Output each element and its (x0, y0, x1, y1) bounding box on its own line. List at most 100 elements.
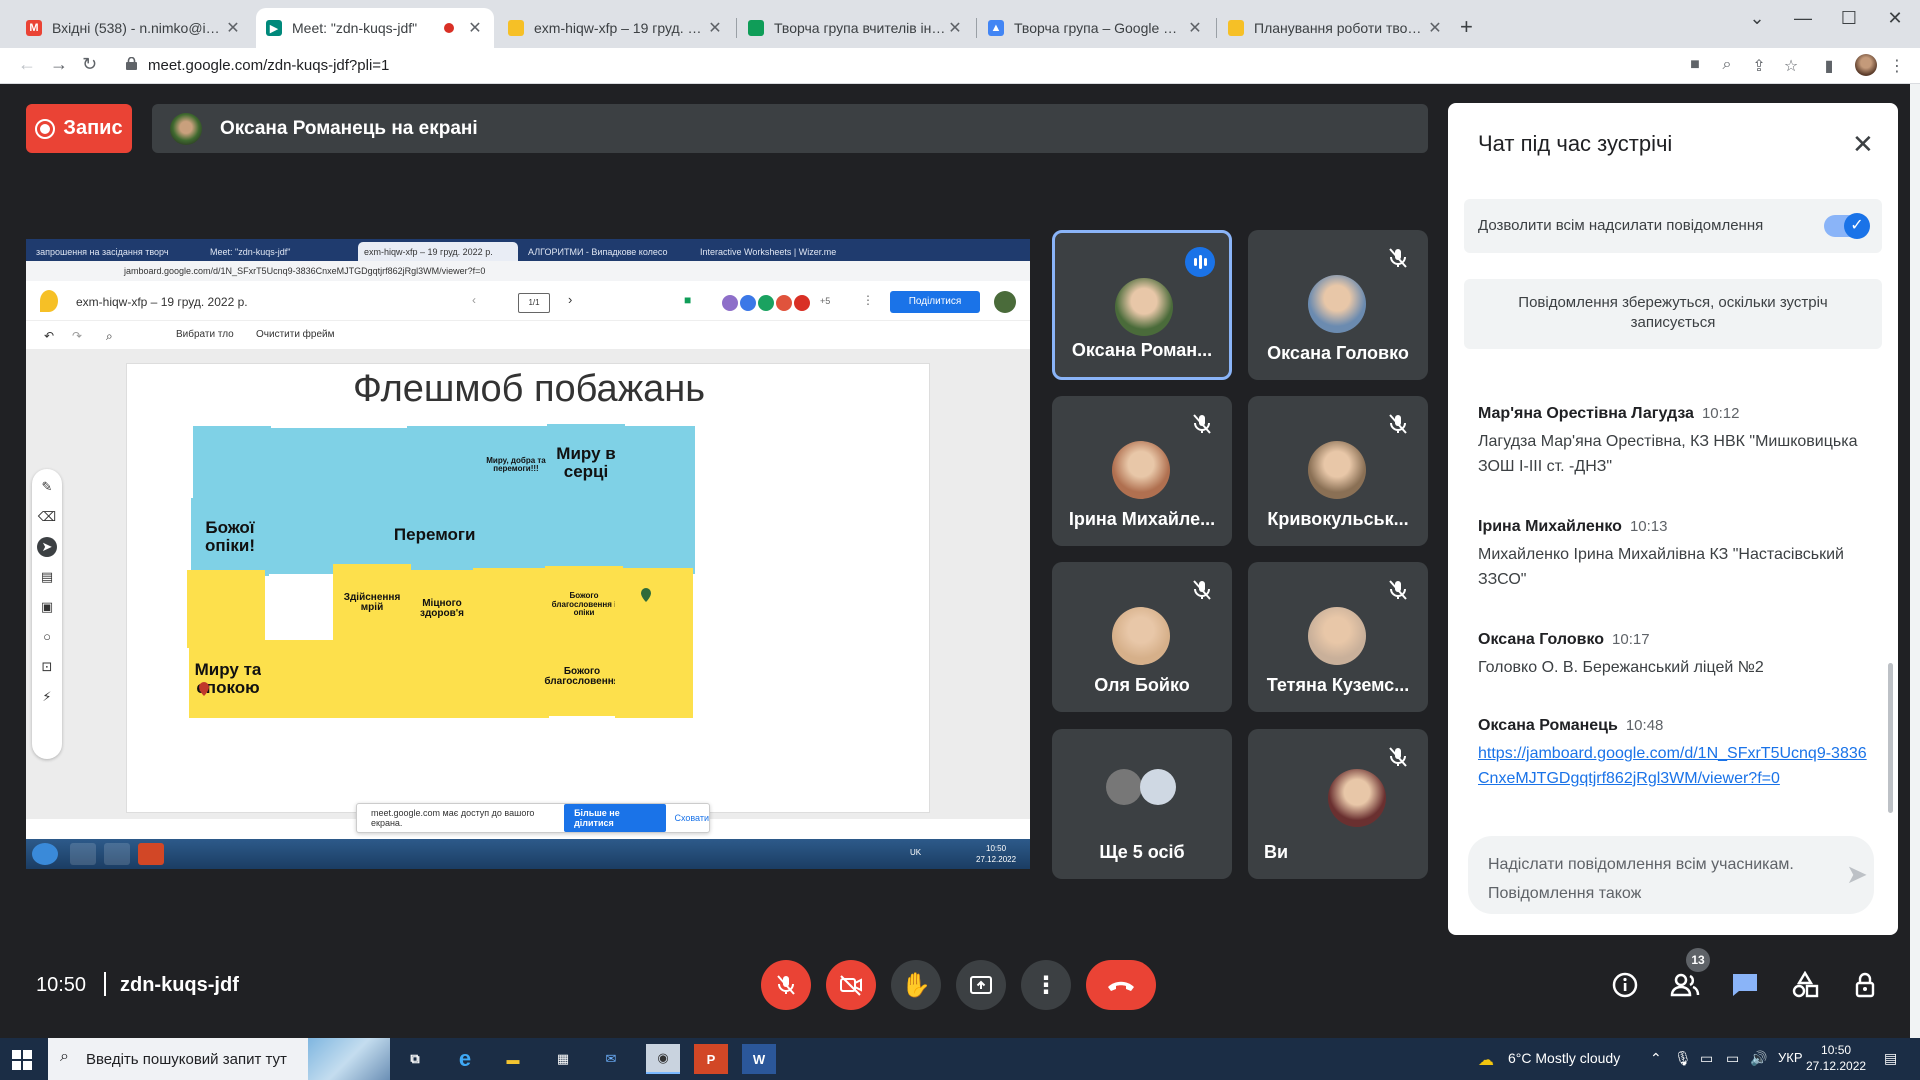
participant-tile[interactable]: Ви (1248, 729, 1428, 879)
shared-tab-strip: запрошення на засідання творч Meet: "zdn… (26, 239, 1030, 261)
send-icon[interactable]: ➤ (1846, 860, 1868, 889)
camera-tray-icon[interactable]: ▭ (1700, 1050, 1713, 1067)
participant-tile[interactable]: Ще 5 осіб (1052, 729, 1232, 879)
language-indicator[interactable]: УКР (1778, 1050, 1803, 1065)
close-icon[interactable]: ✕ (1186, 18, 1204, 38)
mail-icon[interactable]: ✉ (594, 1044, 628, 1074)
task-view-icon[interactable]: ⧉ (398, 1044, 432, 1074)
participant-tile[interactable]: Ірина Михайле... (1052, 396, 1232, 546)
tab-gmail[interactable]: M Вхідні (538) - n.nimko@ippo.edu ✕ (16, 8, 252, 48)
allow-messages-toggle[interactable] (1824, 213, 1870, 239)
network-icon[interactable]: ▭ (1726, 1050, 1739, 1067)
tab-label: Вхідні (538) - n.nimko@ippo.edu (52, 20, 224, 36)
participant-tile[interactable]: Оля Бойко (1052, 562, 1232, 712)
participant-tile[interactable]: Оксана Головко (1248, 230, 1428, 380)
meeting-info-button[interactable] (1608, 968, 1642, 1002)
host-controls-button[interactable] (1848, 968, 1882, 1002)
store-icon[interactable]: ▦ (546, 1044, 580, 1074)
pen-icon: ✎ (41, 479, 53, 494)
tab-label: Планування роботи творчої гру (1254, 20, 1426, 36)
notifications-icon[interactable]: ▤ (1884, 1050, 1897, 1067)
eraser-icon: ⌫ (37, 509, 57, 524)
tab-planning[interactable]: Планування роботи творчої гру ✕ (1218, 8, 1454, 48)
new-tab-button[interactable]: + (1460, 14, 1473, 40)
activities-button[interactable] (1788, 968, 1822, 1002)
zoom-icon[interactable]: ⌕ (1718, 56, 1736, 74)
lock-icon[interactable] (126, 57, 137, 70)
chat-title: Чат під час зустрічі (1478, 131, 1673, 156)
tab-sheets[interactable]: Творча група вчителів інформат ✕ (738, 8, 974, 48)
weather-icon[interactable]: ☁ (1478, 1050, 1494, 1070)
tab-jamboard[interactable]: exm-hiqw-xfp – 19 груд. 2022 р. ✕ (498, 8, 734, 48)
shared-tab: АЛГОРИТМИ - Випадкове колесо (528, 246, 668, 257)
raise-hand-button[interactable]: ✋ (891, 960, 941, 1010)
recording-indicator-icon (444, 23, 454, 33)
side-panel-icon[interactable]: ▮ (1820, 56, 1838, 75)
bookmark-star-icon[interactable]: ☆ (1782, 56, 1800, 75)
tab-meet[interactable]: ▶ Meet: "zdn-kuqs-jdf" ✕ (256, 8, 494, 48)
camera-toggle-button[interactable] (826, 960, 876, 1010)
chrome-taskbar-icon[interactable]: ◉ (646, 1044, 680, 1074)
sticky-note (331, 640, 409, 718)
people-button[interactable] (1668, 968, 1702, 1002)
mic-tray-icon[interactable]: 🎙 (1674, 1050, 1692, 1067)
message-author: Мар'яна Орестівна Лагудза (1478, 405, 1694, 422)
windows-search-box[interactable]: ⌕ Введіть пошуковий запит тут (48, 1038, 390, 1080)
collaborator-avatar (792, 293, 812, 313)
close-icon[interactable]: ✕ (1426, 18, 1444, 38)
tab-label: exm-hiqw-xfp – 19 груд. 2022 р. (534, 20, 706, 36)
mic-toggle-button[interactable] (761, 960, 811, 1010)
tray-chevron-icon[interactable]: ⌃ (1650, 1050, 1662, 1067)
forward-icon[interactable]: → (50, 54, 68, 75)
participant-tile[interactable]: Кривокульськ... (1248, 396, 1428, 546)
more-options-button[interactable]: ⋮ (1021, 960, 1071, 1010)
windows-search-placeholder: Введіть пошуковий запит тут (86, 1050, 287, 1068)
share-icon[interactable]: ⇪ (1750, 56, 1768, 75)
close-icon[interactable]: ✕ (224, 18, 242, 38)
windows-date: 27.12.2022 (1806, 1059, 1867, 1073)
camera-icon[interactable]: ■ (1686, 56, 1704, 74)
recording-badge[interactable]: Запис (26, 104, 132, 153)
windows-start-icon[interactable] (12, 1050, 32, 1070)
image-icon: ▣ (40, 599, 54, 614)
close-icon[interactable]: ✕ (946, 18, 964, 38)
chat-button[interactable] (1728, 968, 1762, 1002)
message-time: 10:13 (1629, 518, 1668, 535)
collaborator-avatar (738, 293, 758, 313)
participant-tile[interactable]: Тетяна Куземс... (1248, 562, 1428, 712)
reload-icon[interactable]: ↻ (82, 54, 97, 75)
minimize-button[interactable]: — (1788, 8, 1818, 29)
participant-tile[interactable]: Оксана Роман... (1052, 230, 1232, 380)
windows-clock[interactable]: 10:50 27.12.2022 (1806, 1042, 1866, 1074)
edge-icon[interactable]: e (448, 1044, 482, 1074)
tab-search-icon[interactable]: ⌄ (1742, 8, 1772, 29)
present-button[interactable] (956, 960, 1006, 1010)
set-background-button: Вибрати тло (176, 329, 234, 340)
profile-avatar[interactable] (1855, 54, 1877, 76)
word-taskbar-icon[interactable]: W (742, 1044, 776, 1074)
weather-text[interactable]: 6°C Mostly cloudy (1508, 1050, 1620, 1066)
participant-avatar (1140, 769, 1176, 805)
shared-clock: 10:50 27.12.2022 (976, 843, 1016, 865)
close-icon[interactable]: ✕ (706, 18, 724, 38)
presenting-banner: Оксана Романець на екрані (152, 104, 1428, 153)
file-explorer-icon[interactable]: ▬ (496, 1044, 530, 1074)
menu-icon[interactable]: ⋮ (1888, 56, 1906, 75)
page-scrollbar[interactable] (1910, 84, 1920, 1038)
chat-scrollbar[interactable] (1888, 663, 1893, 813)
chat-input[interactable]: Надіслати повідомлення всім учасникам. П… (1468, 836, 1874, 914)
address-bar[interactable]: meet.google.com/zdn-kuqs-jdf?pli=1 (148, 57, 389, 74)
close-icon[interactable]: ✕ (466, 18, 484, 38)
powerpoint-taskbar-icon[interactable]: P (694, 1044, 728, 1074)
message-link[interactable]: https://jamboard.google.com/d/1N_SFxrT5U… (1478, 745, 1867, 787)
maximize-button[interactable]: ☐ (1834, 8, 1864, 29)
close-icon[interactable]: ✕ (1852, 129, 1874, 160)
tab-drive[interactable]: ▲ Творча група – Google Диск ✕ (978, 8, 1214, 48)
leave-call-button[interactable] (1086, 960, 1156, 1010)
close-window-button[interactable]: ✕ (1880, 8, 1910, 29)
participant-name: Оксана Роман... (1071, 340, 1213, 360)
volume-icon[interactable]: 🔊 (1750, 1050, 1767, 1067)
more-icon: ⋮ (862, 293, 874, 307)
jamboard-title: exm-hiqw-xfp – 19 груд. 2022 р. (76, 295, 248, 309)
back-icon[interactable]: ← (18, 54, 36, 75)
